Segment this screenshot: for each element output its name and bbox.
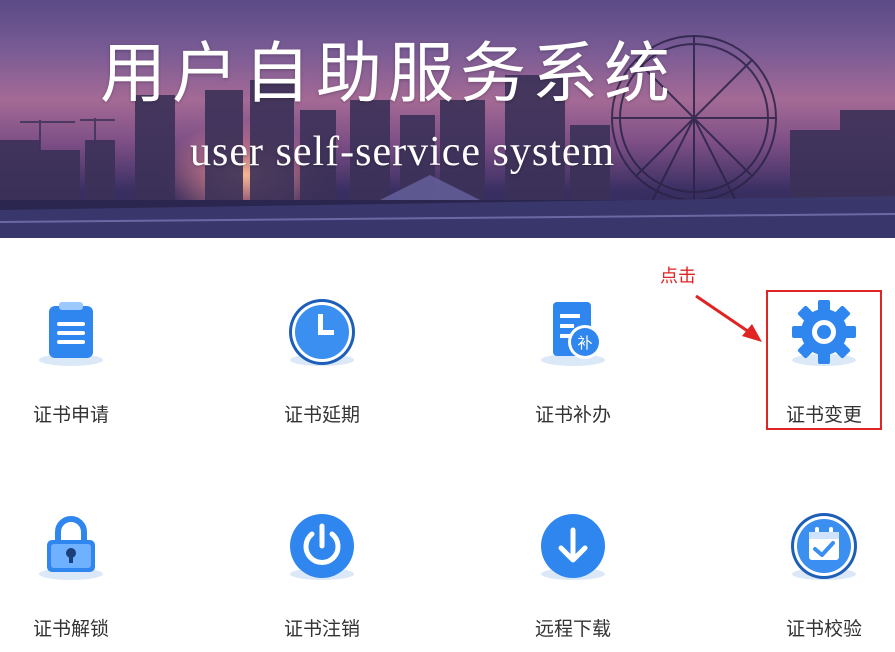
tile-certificate-apply[interactable]: 证书申请: [0, 298, 161, 438]
tile-certificate-revoke[interactable]: 证书注销: [232, 512, 412, 652]
tile-certificate-verify[interactable]: 证书校验: [734, 512, 895, 652]
clipboard-list-icon: [31, 298, 111, 378]
tile-certificate-reissue[interactable]: 补 证书补办: [483, 298, 663, 438]
tile-label: 证书补办: [534, 404, 611, 426]
tile-remote-download[interactable]: 远程下载: [483, 512, 663, 652]
annotation-arrow-icon: [695, 294, 762, 342]
power-icon: [282, 512, 362, 592]
page-subtitle: user self-service system: [190, 129, 616, 175]
page-title: 用户自助服务系统: [100, 35, 676, 112]
click-annotation-label: 点击: [660, 266, 696, 287]
svg-text:补: 补: [577, 334, 592, 352]
tile-label: 证书注销: [283, 618, 360, 640]
tile-certificate-extend[interactable]: 证书延期: [232, 298, 412, 438]
document-reissue-icon: 补: [533, 298, 613, 378]
tile-certificate-unlock[interactable]: 证书解锁: [0, 512, 161, 652]
calendar-check-icon: [784, 512, 864, 592]
tile-label: 证书解锁: [32, 618, 109, 640]
header-banner: 用户自助服务系统 user self-service system: [0, 0, 895, 238]
tile-label: 证书申请: [32, 404, 109, 426]
tile-label: 证书延期: [283, 404, 360, 426]
clock-icon: [282, 298, 362, 378]
tile-label: 远程下载: [534, 618, 611, 640]
download-icon: [533, 512, 613, 592]
highlight-box: [766, 290, 882, 430]
tile-label: 证书校验: [785, 618, 862, 640]
padlock-icon: [31, 512, 111, 592]
